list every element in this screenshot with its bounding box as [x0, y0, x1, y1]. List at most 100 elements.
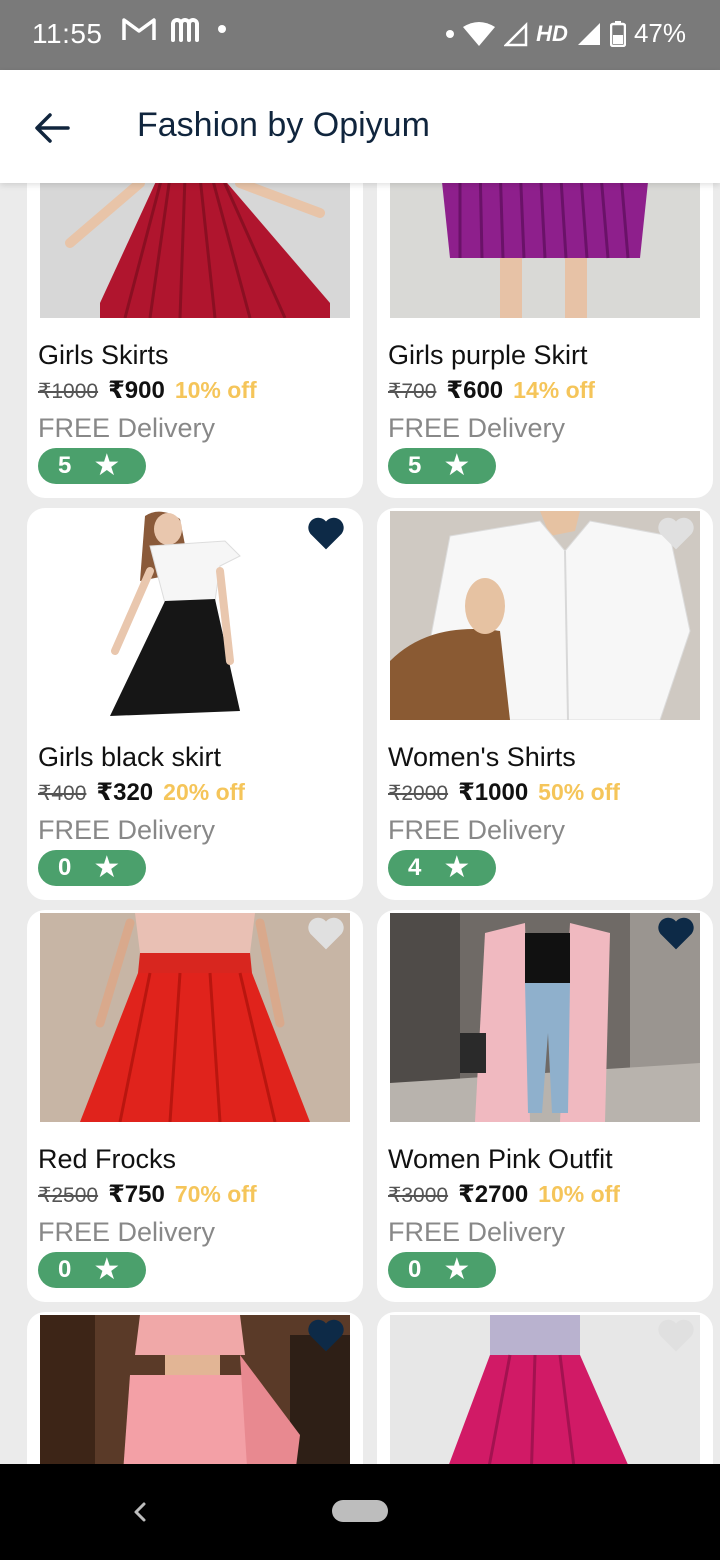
product-name: Women Pink Outfit	[388, 1144, 613, 1174]
delivery-label: FREE Delivery	[388, 1217, 566, 1247]
heart-outline-icon[interactable]	[306, 915, 346, 951]
product-info: Girls Skirts ₹1000 ₹900 10% off FREE Del…	[38, 339, 257, 484]
discount-label: 50% off	[538, 779, 620, 805]
sale-price: ₹600	[446, 377, 504, 404]
product-card[interactable]: Girls Skirts ₹1000 ₹900 10% off FREE Del…	[27, 183, 363, 498]
original-price: ₹3000	[388, 1184, 449, 1207]
price-row: ₹2000 ₹1000 50% off	[388, 778, 620, 807]
battery-level: 47%	[633, 18, 686, 48]
rating-badge: 0 ★	[388, 1252, 496, 1288]
product-info: Girls black skirt ₹400 ₹320 20% off FREE…	[38, 741, 245, 886]
rating-value: 5	[58, 452, 72, 479]
gmail-icon	[122, 18, 156, 40]
star-icon: ★	[93, 449, 121, 482]
product-name: Girls purple Skirt	[388, 340, 588, 370]
star-icon: ★	[93, 851, 121, 884]
product-card[interactable]: Girls black skirt ₹400 ₹320 20% off FREE…	[27, 508, 363, 900]
product-image	[40, 183, 350, 318]
sale-price: ₹750	[108, 1181, 165, 1208]
wifi-icon	[463, 21, 496, 46]
product-image	[40, 1315, 350, 1464]
delivery-label: FREE Delivery	[38, 413, 216, 443]
product-card[interactable]: Women Pink Outfit ₹3000 ₹2700 10% off FR…	[377, 910, 713, 1302]
discount-label: 10% off	[538, 1181, 620, 1207]
product-image	[40, 913, 350, 1122]
product-grid[interactable]: Girls Skirts ₹1000 ₹900 10% off FREE Del…	[0, 183, 720, 1464]
price-row: ₹400 ₹320 20% off	[38, 778, 245, 807]
product-card[interactable]: Girls purple Skirt ₹700 ₹600 14% off FRE…	[377, 183, 713, 498]
product-info: Women Pink Outfit ₹3000 ₹2700 10% off FR…	[388, 1143, 620, 1288]
discount-label: 20% off	[163, 779, 245, 805]
product-image	[390, 511, 700, 720]
delivery-label: FREE Delivery	[388, 413, 566, 443]
rating-value: 5	[408, 452, 422, 479]
status-system-icons: HD 47%	[446, 18, 686, 49]
status-notification-icons	[122, 16, 226, 42]
notification-dot	[218, 25, 226, 33]
rating-value: 0	[58, 854, 72, 881]
product-card[interactable]	[377, 1312, 713, 1464]
star-icon: ★	[443, 1253, 471, 1286]
heart-outline-icon[interactable]	[656, 515, 696, 551]
product-info: Red Frocks ₹2500 ₹750 70% off FREE Deliv…	[38, 1143, 257, 1288]
sale-price: ₹900	[108, 377, 165, 404]
original-price: ₹1000	[38, 380, 99, 403]
original-price: ₹400	[38, 782, 87, 805]
product-info: Women's Shirts ₹2000 ₹1000 50% off FREE …	[388, 741, 620, 886]
sale-price: ₹1000	[458, 779, 529, 806]
price-row: ₹2500 ₹750 70% off	[38, 1180, 257, 1209]
discount-label: 14% off	[513, 377, 595, 403]
delivery-label: FREE Delivery	[38, 1217, 216, 1247]
price-row: ₹700 ₹600 14% off	[388, 376, 595, 405]
original-price: ₹2500	[38, 1184, 99, 1207]
product-image	[40, 511, 350, 720]
product-name: Women's Shirts	[388, 742, 576, 772]
star-icon: ★	[443, 449, 471, 482]
star-icon: ★	[443, 851, 471, 884]
heart-filled-icon[interactable]	[656, 915, 696, 951]
status-time: 11:55	[32, 18, 103, 49]
cell-signal-icon	[577, 22, 600, 45]
page-title: Fashion by Opiyum	[137, 106, 430, 144]
product-info: Girls purple Skirt ₹700 ₹600 14% off FRE…	[388, 339, 595, 484]
star-icon: ★	[93, 1253, 121, 1286]
price-row: ₹1000 ₹900 10% off	[38, 376, 257, 405]
rating-badge: 5 ★	[388, 448, 496, 484]
rating-value: 4	[408, 854, 422, 881]
rating-badge: 4 ★	[388, 850, 496, 886]
heart-filled-icon[interactable]	[306, 1317, 346, 1353]
rating-badge: 5 ★	[38, 448, 146, 484]
product-image	[390, 1315, 700, 1464]
discount-label: 70% off	[174, 1181, 257, 1207]
system-nav-bar	[0, 1464, 720, 1560]
heart-filled-icon[interactable]	[306, 515, 346, 551]
delivery-label: FREE Delivery	[388, 815, 566, 845]
product-image	[390, 183, 700, 318]
nav-home-pill[interactable]	[332, 1500, 388, 1522]
original-price: ₹2000	[388, 782, 449, 805]
back-button[interactable]	[30, 106, 74, 150]
product-card[interactable]: Red Frocks ₹2500 ₹750 70% off FREE Deliv…	[27, 910, 363, 1302]
product-card[interactable]: Women's Shirts ₹2000 ₹1000 50% off FREE …	[377, 508, 713, 900]
price-row: ₹3000 ₹2700 10% off	[388, 1180, 620, 1209]
status-bar: 11:55 HD 47%	[0, 0, 720, 70]
product-card[interactable]	[27, 1312, 363, 1464]
delivery-label: FREE Delivery	[38, 815, 216, 845]
signal-r-icon	[504, 21, 528, 46]
rating-badge: 0 ★	[38, 850, 146, 886]
product-name: Girls Skirts	[38, 340, 169, 370]
app-bar: Fashion by Opiyum	[0, 70, 720, 183]
m-app-icon	[171, 18, 199, 42]
product-image	[390, 913, 700, 1122]
discount-label: 10% off	[174, 377, 257, 403]
heart-outline-icon[interactable]	[656, 1317, 696, 1353]
status-dot	[446, 29, 455, 38]
nav-back-icon[interactable]	[126, 1494, 156, 1530]
original-price: ₹700	[388, 380, 437, 403]
rating-value: 0	[58, 1256, 72, 1283]
arrow-left-icon	[35, 113, 70, 143]
network-type: HD	[536, 20, 568, 46]
product-name: Red Frocks	[38, 1144, 177, 1174]
sale-price: ₹2700	[458, 1181, 529, 1208]
battery-icon	[609, 20, 626, 47]
